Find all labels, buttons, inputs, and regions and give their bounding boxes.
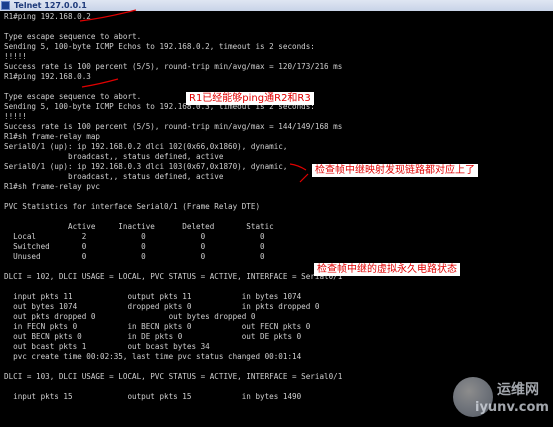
arrow-ping2 [81,78,119,88]
arrow-ping1 [79,9,137,22]
watermark-en-text: iyunv.com [475,400,549,415]
arrow-map2 [299,173,309,183]
watermark-logo: 运维网 iyunv.com [445,375,551,423]
annotation-frame-relay-map: 检查帧中继映射发现链路都对应上了 [312,164,478,177]
annotation-pvc-status: 检查帧中继的虚拟永久电路状态 [314,263,460,276]
arrow-map [289,163,307,171]
annotation-ping: R1已经能够ping通R2和R3 [186,92,314,105]
annotation-arrows [79,9,309,183]
watermark-cn-text: 运维网 [497,382,539,398]
